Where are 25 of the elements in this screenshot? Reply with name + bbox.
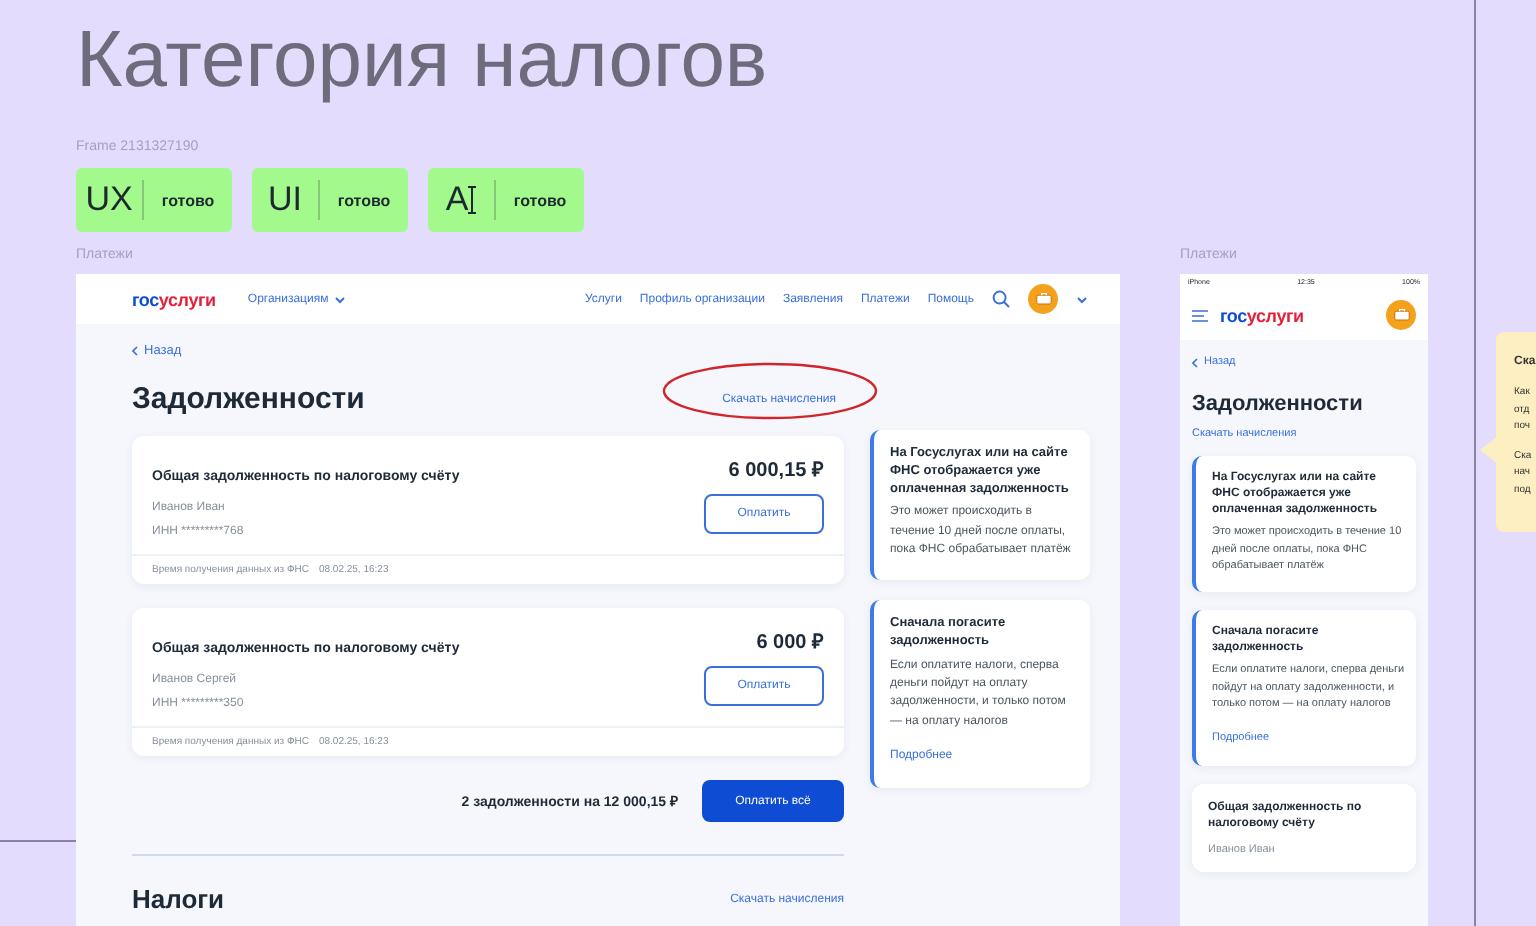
briefcase-icon xyxy=(1035,292,1051,306)
caret-icon xyxy=(1076,295,1088,303)
badge-label: UI xyxy=(252,180,320,220)
caret-icon xyxy=(334,295,347,303)
section-heading: Задолженности xyxy=(132,382,365,416)
badge-status: готово xyxy=(335,191,393,209)
text-cursor-icon xyxy=(468,186,477,214)
menu-icon[interactable] xyxy=(1192,309,1208,321)
badge-label: A xyxy=(445,180,469,220)
back-chevron-icon xyxy=(132,346,138,356)
search-icon[interactable] xyxy=(992,290,1010,308)
briefcase-icon xyxy=(1393,308,1409,322)
section-heading: Задолженности xyxy=(1192,392,1365,416)
page-title: Категория налогов xyxy=(76,16,768,106)
badge-status: готово xyxy=(511,191,569,209)
badge-status: готово xyxy=(159,191,217,209)
debt-amount: 6 000,15 ₽ xyxy=(728,458,824,482)
section-heading: Налоги xyxy=(132,884,225,914)
account-avatar[interactable] xyxy=(1028,284,1058,314)
back-chevron-icon xyxy=(1192,357,1198,367)
debt-amount: 6 000 ₽ xyxy=(756,630,824,654)
account-avatar[interactable] xyxy=(1386,300,1416,330)
site-logo[interactable]: госуслуги xyxy=(1220,305,1304,325)
site-logo[interactable]: госуслуги xyxy=(132,289,216,309)
badge-label: UX xyxy=(76,180,144,220)
